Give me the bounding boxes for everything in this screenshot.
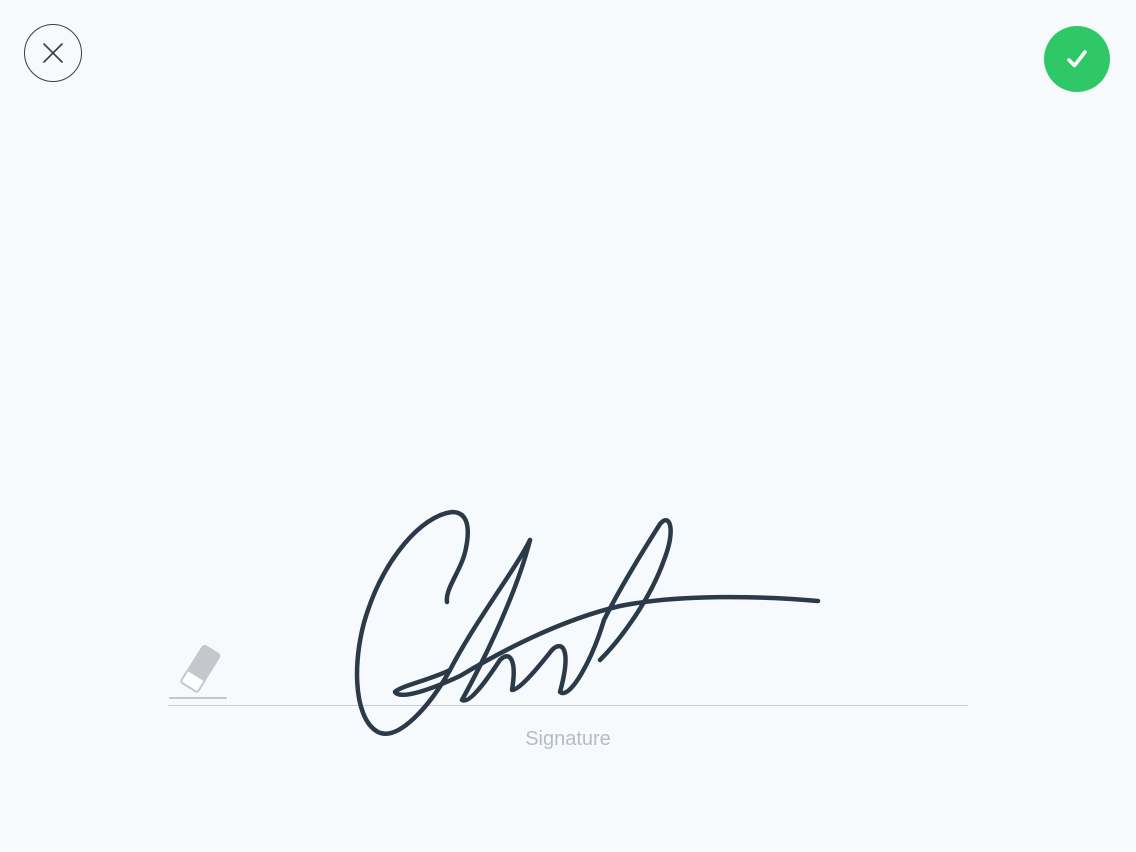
eraser-icon [169, 644, 227, 699]
signature-screen: Signature [0, 0, 1136, 852]
signature-canvas[interactable] [168, 480, 968, 750]
signature-baseline [168, 705, 968, 706]
close-button[interactable] [24, 24, 82, 82]
signature-label: Signature [525, 728, 611, 750]
close-icon [43, 43, 63, 63]
checkmark-icon [1067, 50, 1087, 68]
confirm-button[interactable] [1044, 26, 1110, 92]
eraser-button[interactable] [168, 640, 230, 702]
